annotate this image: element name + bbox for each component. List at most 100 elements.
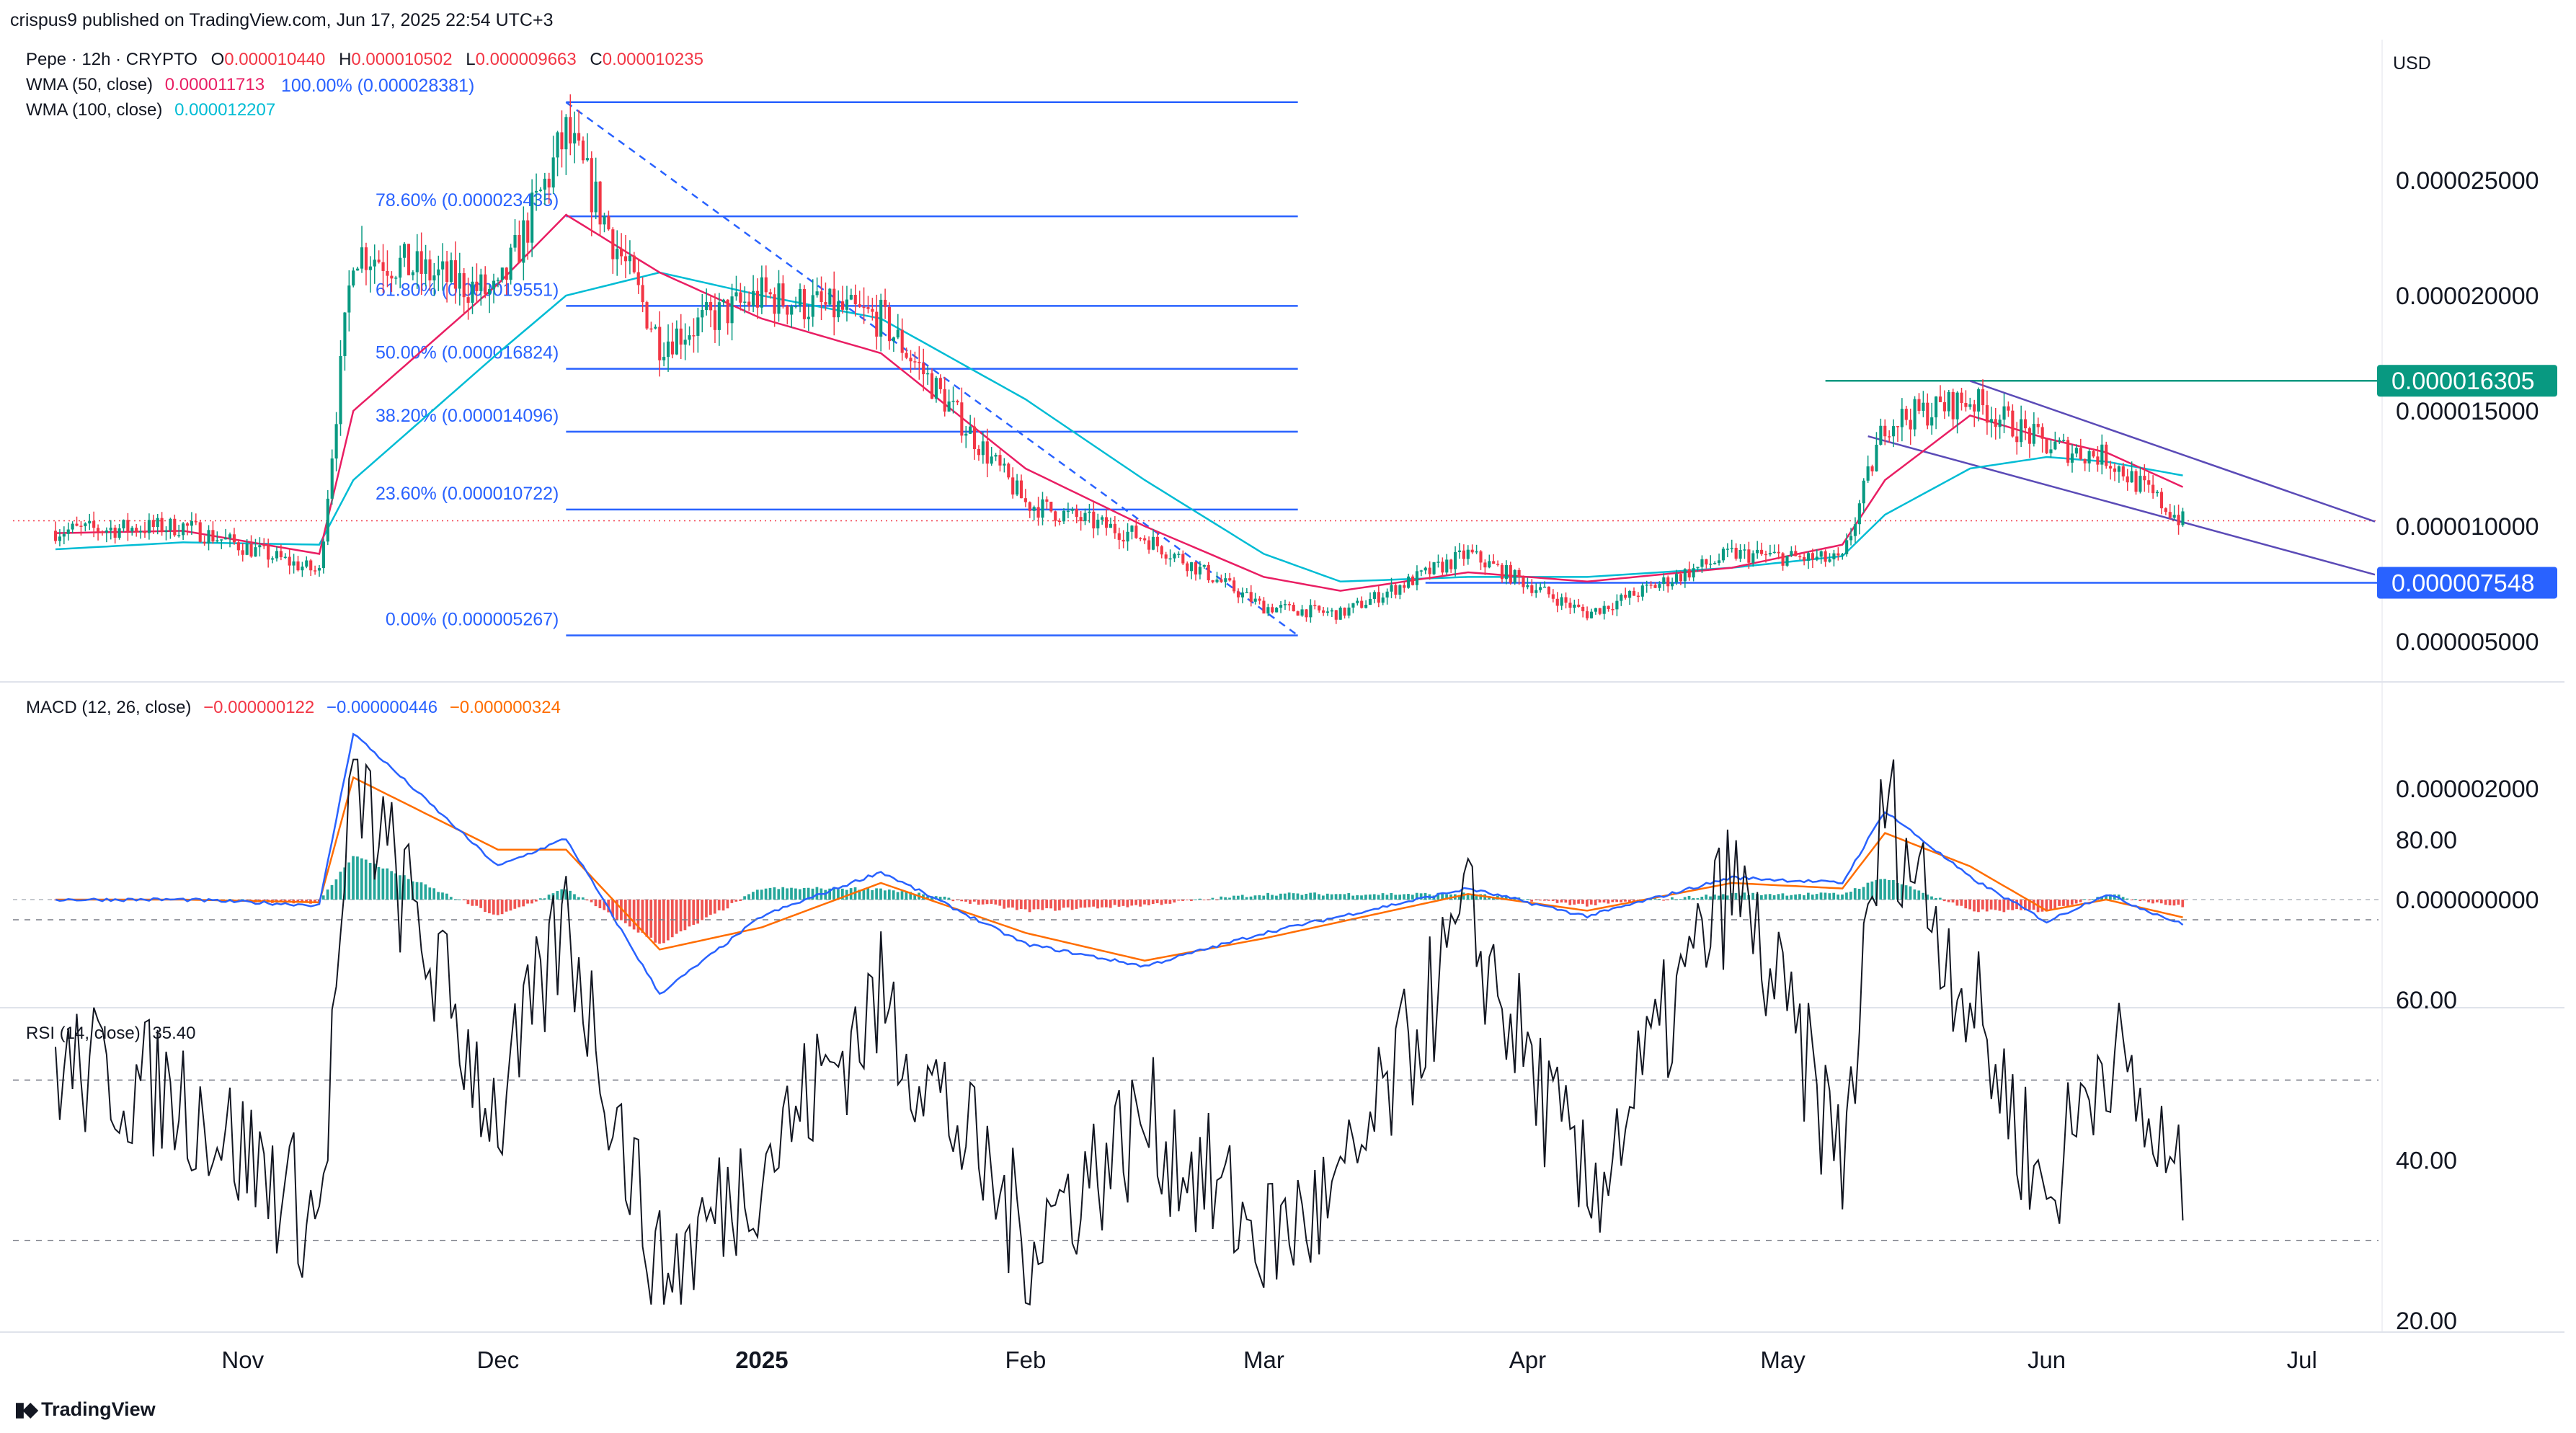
fib-level-label-0: 100.00% (0.000028381) — [281, 76, 474, 96]
candle-body — [1517, 569, 1521, 577]
candle-body — [2159, 492, 2164, 509]
candle — [1104, 509, 1109, 536]
candle-body — [1542, 586, 1547, 588]
macd-hist-bar — [1016, 900, 1018, 910]
candle — [1470, 544, 1474, 554]
candle-body — [75, 523, 79, 526]
macd-hist-bar — [1968, 900, 1971, 910]
candle-body — [122, 520, 125, 528]
macd-hist-bar — [1233, 895, 1235, 900]
candle — [960, 387, 964, 443]
macd-pane[interactable] — [13, 732, 2379, 995]
candle-body — [1283, 604, 1287, 605]
candle-body — [807, 316, 810, 319]
candle — [411, 270, 414, 280]
macd-hist-bar — [1249, 896, 1253, 900]
candle — [1866, 455, 1870, 483]
macd-hist-bar — [1705, 895, 1707, 900]
macd-hist-bar — [1964, 900, 1968, 909]
candle-body — [887, 306, 892, 342]
macd-hist-bar — [1909, 886, 1912, 900]
candle-body — [1743, 549, 1746, 551]
candle-body — [1922, 402, 1925, 411]
candle — [160, 512, 164, 536]
candle-body — [1466, 549, 1470, 559]
macd-hist-bar — [1555, 900, 1559, 903]
candle-body — [1266, 607, 1270, 614]
rsi-tick-label: 20.00 — [2396, 1308, 2457, 1335]
candle — [1036, 497, 1040, 526]
candle — [1088, 503, 1091, 523]
macd-hist-bar — [747, 894, 750, 900]
macd-hist-bar — [352, 856, 355, 900]
macd-hist-bar — [594, 900, 598, 907]
macd-hist-bar — [1224, 897, 1227, 900]
candle — [1385, 588, 1389, 605]
macd-hist-bar — [875, 888, 878, 900]
macd-hist-bar — [994, 900, 998, 905]
candle-body — [666, 341, 670, 358]
candle — [2079, 438, 2082, 461]
macd-hist-bar — [1892, 879, 1895, 900]
candle — [688, 326, 691, 346]
chart-canvas[interactable]: 100.00% (0.000028381)78.60% (0.000023435… — [0, 0, 2576, 1433]
candle-body — [1828, 559, 1831, 562]
macd-hist-bar — [1262, 895, 1266, 900]
candle — [577, 110, 581, 146]
candle-body — [92, 520, 96, 528]
price-tick-label: 0.000015000 — [2396, 398, 2539, 425]
candle — [900, 318, 904, 361]
candle — [1913, 396, 1917, 437]
candle-body — [1551, 594, 1555, 599]
candle-body — [1016, 480, 1019, 495]
macd-hist-bar — [1573, 900, 1576, 905]
macd-hist-bar — [1054, 900, 1057, 911]
macd-hist-bar — [1815, 894, 1818, 900]
macd-hist-bar — [960, 900, 963, 902]
macd-hist-bar — [1977, 900, 1980, 913]
candle-body — [960, 402, 964, 436]
candle-body — [675, 328, 678, 355]
candle — [2066, 436, 2070, 466]
candle-body — [662, 357, 666, 360]
candle — [2177, 504, 2180, 535]
macd-hist-bar — [428, 887, 432, 900]
candle-body — [2096, 456, 2100, 465]
macd-hist-bar — [1343, 894, 1346, 900]
macd-hist-bar — [743, 896, 746, 900]
macd-hist-bar — [1377, 895, 1380, 900]
candle-body — [1415, 571, 1419, 585]
macd-hist-bar — [1981, 900, 1984, 910]
candle — [1403, 582, 1406, 593]
price-pane[interactable]: 100.00% (0.000028381)78.60% (0.000023435… — [13, 76, 2377, 636]
candle-body — [611, 229, 615, 259]
candle — [1772, 544, 1776, 554]
macd-hist-bar — [887, 889, 891, 900]
macd-hist-bar — [2092, 899, 2095, 900]
candle — [892, 336, 895, 352]
candle-body — [2074, 448, 2078, 454]
candle — [509, 244, 512, 285]
candle — [1671, 577, 1674, 590]
macd-hist-bar — [449, 897, 453, 900]
candle — [1803, 551, 1806, 566]
candle — [2134, 469, 2138, 495]
candle-body — [905, 352, 908, 358]
candle-body — [879, 299, 883, 337]
candle — [837, 290, 840, 322]
candle-body — [713, 310, 717, 330]
candle — [2020, 405, 2023, 448]
macd-hist-bar — [1322, 895, 1325, 900]
rsi-pane[interactable] — [13, 758, 2379, 1306]
candle — [760, 265, 763, 314]
candle-body — [228, 534, 232, 538]
candle — [1589, 608, 1594, 619]
candle-body — [926, 373, 930, 375]
candle — [1445, 554, 1449, 575]
candle — [1101, 515, 1104, 525]
macd-hist-bar — [598, 900, 602, 909]
wedge-upper-line — [1969, 380, 2376, 523]
candle — [2045, 438, 2048, 455]
candle-body — [1794, 551, 1798, 556]
candle-body — [560, 132, 564, 150]
